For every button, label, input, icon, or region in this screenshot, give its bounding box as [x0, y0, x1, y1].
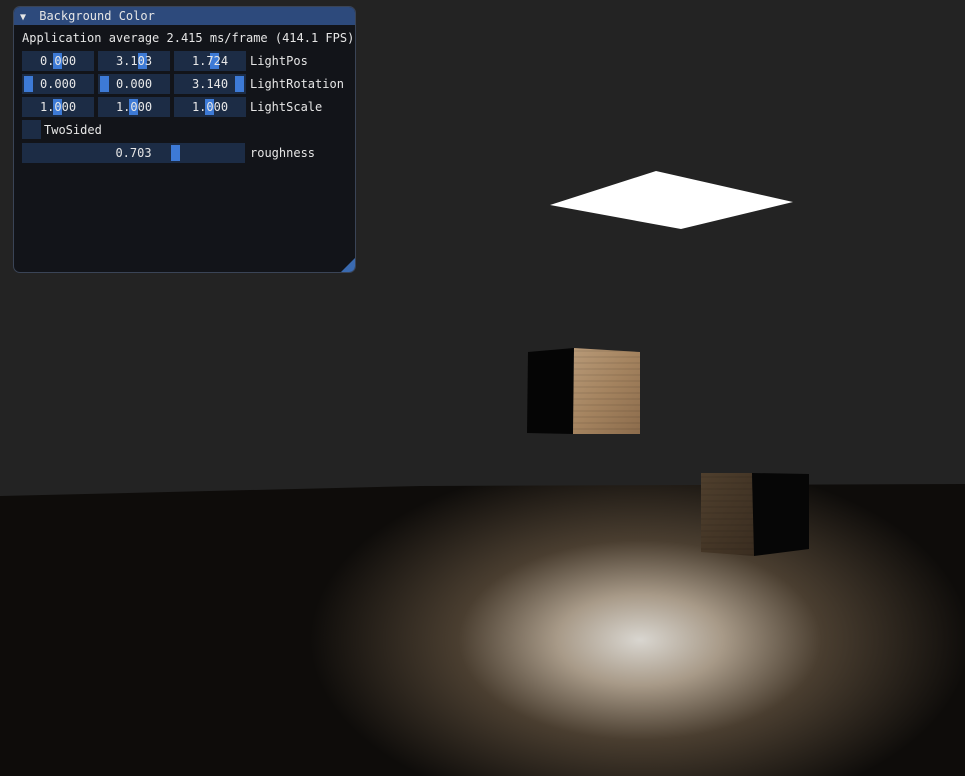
- lightrotation-x-drag[interactable]: 0.000: [22, 74, 94, 94]
- lightpos-y-drag[interactable]: 3.103: [98, 51, 170, 71]
- twosided-checkbox[interactable]: [22, 120, 41, 139]
- twosided-label: TwoSided: [44, 123, 102, 137]
- lightpos-z-drag[interactable]: 1.724: [174, 51, 246, 71]
- lightrotation-x-grab[interactable]: [24, 76, 33, 92]
- window-title: Background Color: [39, 9, 155, 23]
- resize-grip[interactable]: [341, 258, 355, 272]
- floating-cube: [527, 348, 640, 434]
- lightrotation-z-grab[interactable]: [235, 76, 244, 92]
- window-title-bar[interactable]: ▼ Background Color: [14, 7, 355, 25]
- lightpos-x-drag[interactable]: 0.000: [22, 51, 94, 71]
- lightpos-label: LightPos: [250, 54, 308, 68]
- lightscale-z-drag[interactable]: 1.000: [174, 97, 246, 117]
- lightrotation-y-grab[interactable]: [100, 76, 109, 92]
- roughness-grab[interactable]: [171, 145, 180, 161]
- lightscale-y-drag[interactable]: 1.000: [98, 97, 170, 117]
- roughness-label: roughness: [250, 146, 316, 160]
- floor-cube: [701, 473, 809, 556]
- imgui-window[interactable]: ▼ Background Color Application average 2…: [13, 6, 356, 273]
- triangle-down-icon[interactable]: ▼: [20, 9, 32, 27]
- lightrotation-z-drag[interactable]: 3.140: [174, 74, 246, 94]
- floor: [0, 484, 965, 776]
- lightrotation-y-drag[interactable]: 0.000: [98, 74, 170, 94]
- lightscale-label: LightScale: [250, 100, 323, 114]
- lightscale-x-drag[interactable]: 1.000: [22, 97, 94, 117]
- lightrotation-label: LightRotation: [250, 77, 344, 91]
- fps-stats-text: Application average 2.415 ms/frame (414.…: [22, 31, 355, 45]
- roughness-slider[interactable]: 0.703: [22, 143, 245, 163]
